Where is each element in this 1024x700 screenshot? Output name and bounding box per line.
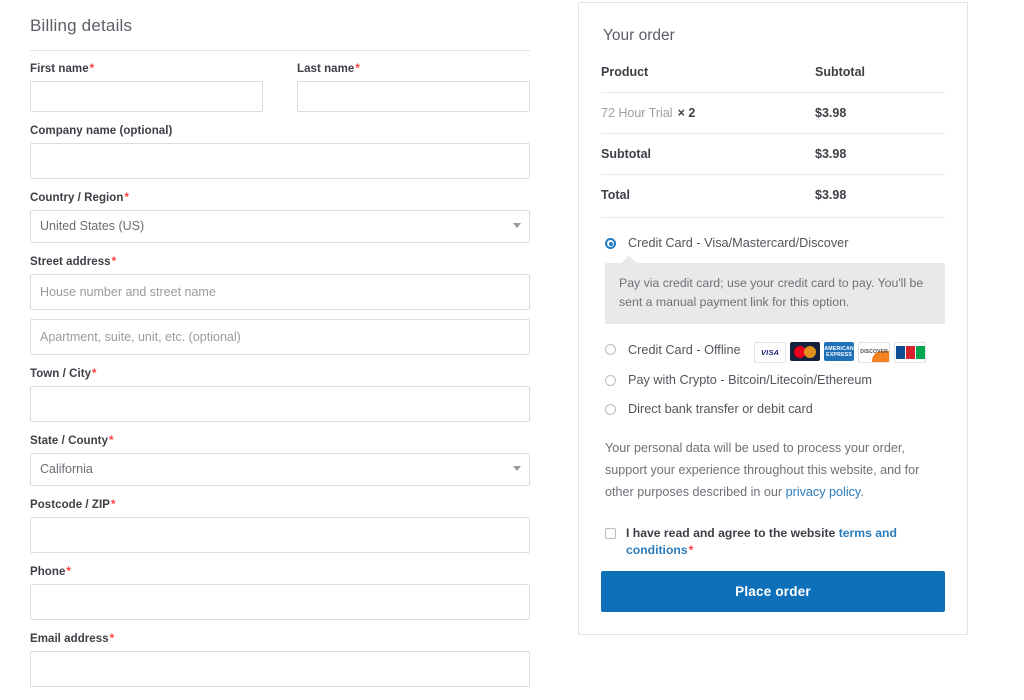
- total-label: Total: [601, 174, 815, 215]
- mastercard-icon: [790, 342, 821, 361]
- discover-icon: DISCOVER: [858, 342, 891, 363]
- checkout-page: Billing details First name* Last name* C…: [0, 0, 1024, 687]
- privacy-policy-link[interactable]: privacy policy: [786, 485, 861, 499]
- order-table-head: Product Subtotal: [601, 65, 945, 93]
- radio-selected-icon[interactable]: [605, 238, 616, 249]
- company-name-label: Company name (optional): [30, 125, 173, 137]
- radio-unselected-icon[interactable]: [605, 375, 616, 386]
- country-select[interactable]: United States (US): [30, 210, 530, 243]
- order-table-header-row: Product Subtotal: [601, 65, 945, 93]
- postcode-zip-field-group: Postcode / ZIP*: [30, 499, 530, 553]
- amex-icon: AMERICAN EXPRESS: [824, 342, 855, 361]
- billing-details-title: Billing details: [30, 16, 530, 51]
- postcode-zip-input[interactable]: [30, 517, 530, 553]
- visa-icon: VISA: [754, 342, 787, 363]
- line-item-quantity: × 2: [677, 106, 696, 120]
- required-asterisk: *: [688, 543, 694, 557]
- payment-method-credit-card-online[interactable]: Credit Card - Visa/Mastercard/Discover: [601, 234, 945, 253]
- privacy-text-before: Your personal data will be used to proce…: [605, 441, 920, 499]
- payment-method-credit-card-offline[interactable]: Credit Card - Offline VISA AMERICAN EXPRE…: [601, 340, 945, 363]
- street-address-label: Street address*: [30, 256, 117, 268]
- order-summary-title: Your order: [603, 27, 675, 44]
- email-address-label: Email address*: [30, 633, 115, 645]
- payment-method-label: Direct bank transfer or debit card: [628, 402, 813, 416]
- company-name-input[interactable]: [30, 143, 530, 179]
- jcb-icon: [894, 342, 927, 363]
- order-table-body: 72 Hour Trial × 2 $3.98 Subtotal $3.98 To…: [601, 92, 945, 215]
- payment-methods-list: Credit Card - Visa/Mastercard/Discover: [601, 217, 945, 253]
- postcode-zip-label: Postcode / ZIP*: [30, 499, 116, 511]
- table-row: Subtotal $3.98: [601, 133, 945, 175]
- terms-agreement-label: I have read and agree to the website ter…: [626, 525, 945, 559]
- country-label: Country / Region*: [30, 192, 129, 204]
- street-address-line2-input[interactable]: [30, 319, 530, 355]
- required-asterisk: *: [124, 192, 129, 204]
- terms-text-before: I have read and agree to the website: [626, 526, 839, 540]
- last-name-field-group: Last name*: [297, 63, 530, 112]
- required-asterisk: *: [92, 368, 97, 380]
- payment-method-label: Credit Card - Visa/Mastercard/Discover: [628, 236, 849, 250]
- company-name-field-group: Company name (optional): [30, 125, 530, 179]
- payment-method-label: Pay with Crypto - Bitcoin/Litecoin/Ether…: [628, 373, 872, 387]
- town-city-input[interactable]: [30, 386, 530, 422]
- privacy-text-after: .: [860, 485, 864, 499]
- first-name-field-group: First name*: [30, 63, 263, 112]
- payment-method-bank-transfer[interactable]: Direct bank transfer or debit card: [601, 400, 945, 419]
- state-county-field-group: State / County* California: [30, 435, 530, 486]
- radio-unselected-icon[interactable]: [605, 404, 616, 415]
- first-name-label: First name*: [30, 63, 95, 75]
- table-row: 72 Hour Trial × 2 $3.98: [601, 92, 945, 134]
- required-asterisk: *: [66, 566, 71, 578]
- terms-checkbox[interactable]: [605, 528, 616, 539]
- radio-unselected-icon[interactable]: [605, 344, 616, 355]
- country-select-value: United States (US): [30, 210, 530, 243]
- state-county-select[interactable]: California: [30, 453, 530, 486]
- name-field-row: First name* Last name*: [30, 63, 530, 125]
- country-field-group: Country / Region* United States (US): [30, 192, 530, 243]
- required-asterisk: *: [109, 633, 115, 645]
- subtotal-amount: $3.98: [815, 133, 945, 175]
- line-item-name: 72 Hour Trial: [601, 106, 673, 120]
- billing-details-section: Billing details First name* Last name* C…: [30, 8, 530, 700]
- chevron-down-icon: [513, 223, 521, 228]
- place-order-button[interactable]: Place order: [601, 571, 945, 612]
- required-asterisk: *: [110, 499, 116, 511]
- email-address-input[interactable]: [30, 651, 530, 687]
- street-address-line1-input[interactable]: [30, 274, 530, 310]
- required-asterisk: *: [89, 63, 95, 75]
- order-summary-table: Product Subtotal 72 Hour Trial × 2 $3.98 …: [601, 65, 945, 215]
- line-item-amount: $3.98: [815, 92, 945, 134]
- email-address-field-group: Email address*: [30, 633, 530, 687]
- column-header-subtotal: Subtotal: [815, 65, 865, 79]
- payment-methods-list-rest: Credit Card - Offline VISA AMERICAN EXPRE…: [601, 340, 945, 419]
- table-row: Total $3.98: [601, 174, 945, 215]
- line-item-product-cell: 72 Hour Trial × 2: [601, 92, 815, 134]
- privacy-policy-notice: Your personal data will be used to proce…: [605, 437, 945, 503]
- column-header-product: Product: [601, 65, 649, 79]
- town-city-label: Town / City*: [30, 368, 97, 380]
- total-amount: $3.98: [815, 174, 945, 215]
- required-asterisk: *: [355, 63, 360, 75]
- order-summary-panel: Your order Product Subtotal 72 Hour Tria…: [578, 2, 968, 635]
- required-asterisk: *: [111, 256, 117, 268]
- first-name-input[interactable]: [30, 81, 263, 112]
- chevron-down-icon: [513, 466, 521, 471]
- last-name-label: Last name*: [297, 63, 360, 75]
- town-city-field-group: Town / City*: [30, 368, 530, 422]
- card-brand-icons: VISA AMERICAN EXPRESS DISCOVER: [754, 342, 927, 363]
- street-address-field-group: Street address*: [30, 256, 530, 355]
- phone-input[interactable]: [30, 584, 530, 620]
- phone-field-group: Phone*: [30, 566, 530, 620]
- subtotal-label: Subtotal: [601, 133, 815, 175]
- required-asterisk: *: [109, 435, 114, 447]
- state-county-select-value: California: [30, 453, 530, 486]
- state-county-label: State / County*: [30, 435, 114, 447]
- payment-method-crypto[interactable]: Pay with Crypto - Bitcoin/Litecoin/Ether…: [601, 371, 945, 390]
- payment-method-description: Pay via credit card; use your credit car…: [605, 256, 945, 324]
- terms-agreement-row[interactable]: I have read and agree to the website ter…: [605, 525, 945, 559]
- phone-label: Phone*: [30, 566, 71, 578]
- payment-method-label: Credit Card - Offline: [628, 342, 741, 357]
- last-name-input[interactable]: [297, 81, 530, 112]
